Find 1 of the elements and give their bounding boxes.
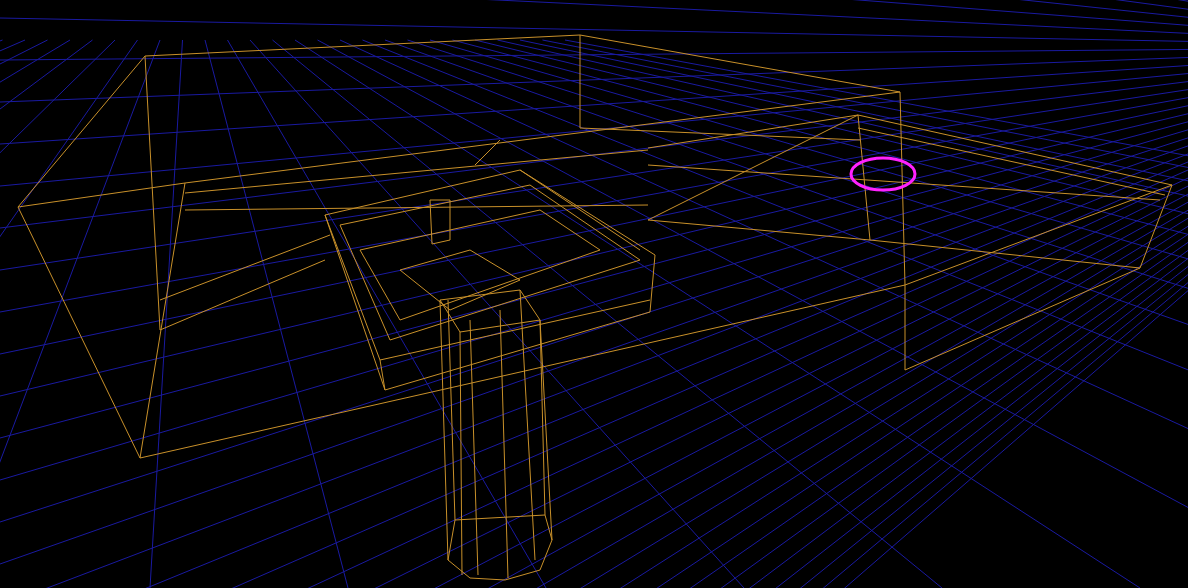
selection-ring[interactable] <box>849 156 917 192</box>
